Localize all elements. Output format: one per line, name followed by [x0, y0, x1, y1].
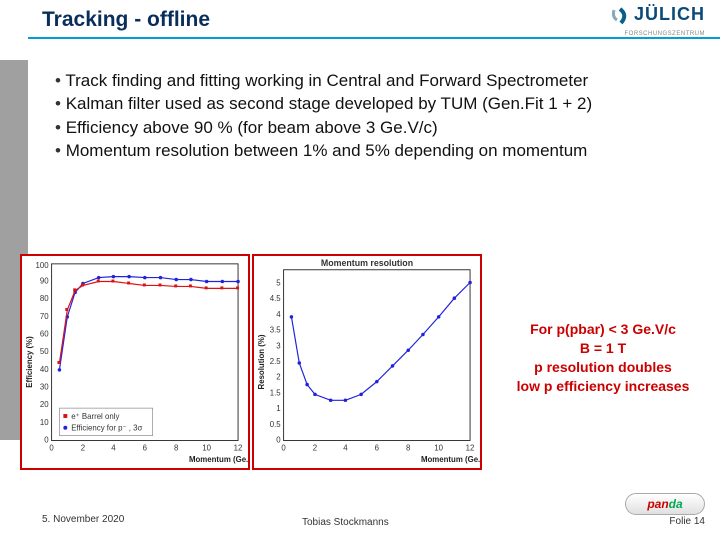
svg-text:10: 10 [202, 443, 211, 452]
svg-text:2: 2 [276, 373, 280, 382]
svg-text:30: 30 [40, 382, 49, 391]
svg-text:e⁺ Barrel only: e⁺ Barrel only [71, 412, 119, 421]
footer-date: 5. November 2020 [42, 514, 124, 525]
plot-frame [284, 270, 470, 441]
svg-text:12: 12 [234, 443, 243, 452]
svg-text:Efficiency for p⁻ , 3σ: Efficiency for p⁻ , 3σ [71, 424, 142, 433]
svg-text:Efficiency (%): Efficiency (%) [25, 336, 34, 388]
note-line: low p efficiency increases [498, 377, 708, 396]
x-axis-label: Momentum (Ge.V) [189, 455, 248, 464]
svg-text:0: 0 [281, 443, 286, 452]
x-ticks: 0 2 4 6 8 10 12 [281, 443, 474, 452]
svg-text:6: 6 [143, 443, 148, 452]
legend: e⁺ Barrel only Efficiency for p⁻ , 3σ [59, 408, 152, 435]
footer-folie: Folie 14 [669, 516, 705, 527]
series-blue [291, 283, 470, 401]
series-blue-markers [58, 275, 240, 372]
julich-mark-icon [610, 7, 630, 27]
svg-text:12: 12 [466, 443, 475, 452]
x-axis-label: Momentum (Ge.V) [421, 455, 480, 464]
panda-text-1: pan [647, 497, 668, 511]
note-line: p resolution doubles [498, 358, 708, 377]
svg-text:5: 5 [276, 278, 281, 287]
svg-text:1.5: 1.5 [270, 388, 282, 397]
svg-text:2: 2 [81, 443, 85, 452]
resolution-chart: Momentum resolution Resolution (%) 0 0.5… [252, 254, 482, 470]
svg-text:8: 8 [406, 443, 411, 452]
svg-text:90: 90 [40, 276, 49, 285]
svg-text:10: 10 [40, 418, 49, 427]
svg-text:50: 50 [40, 347, 49, 356]
svg-text:4: 4 [343, 443, 348, 452]
svg-text:8: 8 [174, 443, 179, 452]
panda-text-2: da [669, 497, 683, 511]
svg-text:60: 60 [40, 329, 49, 338]
svg-text:100: 100 [36, 261, 50, 270]
svg-text:2: 2 [313, 443, 317, 452]
svg-text:6: 6 [375, 443, 380, 452]
bullet-item: Momentum resolution between 1% and 5% de… [55, 140, 700, 161]
panda-logo: panda [625, 493, 705, 515]
series-red-markers [57, 280, 239, 364]
note-line: B = 1 T [498, 339, 708, 358]
svg-text:3: 3 [276, 341, 281, 350]
bullet-item: Track finding and fitting working in Cen… [55, 70, 700, 91]
right-notes: For p(pbar) < 3 Ge.V/c B = 1 T p resolut… [498, 320, 708, 396]
svg-text:40: 40 [40, 365, 49, 374]
svg-text:0.5: 0.5 [270, 420, 282, 429]
y-axis-label: Efficiency (%) [25, 336, 34, 388]
svg-text:1: 1 [276, 404, 280, 413]
julich-logo-text: JÜLICH [634, 4, 705, 24]
series-red [59, 282, 238, 363]
bullet-item: Kalman filter used as second stage devel… [55, 93, 700, 114]
bullet-item: Efficiency above 90 % (for beam above 3 … [55, 117, 700, 138]
svg-text:10: 10 [434, 443, 443, 452]
svg-text:4.5: 4.5 [270, 294, 282, 303]
svg-text:Resolution (%): Resolution (%) [257, 334, 266, 389]
julich-logo-sub: FORSCHUNGSZENTRUM [625, 31, 706, 37]
x-ticks: 0 2 4 6 8 10 12 [49, 443, 242, 452]
chart-title: Momentum resolution [321, 258, 413, 268]
y-ticks: 0 0.5 1 1.5 2 2.5 3 3.5 4 4.5 5 [270, 278, 282, 444]
footer-author: Tobias Stockmanns [302, 517, 389, 528]
svg-text:2.5: 2.5 [270, 357, 282, 366]
note-line: For p(pbar) < 3 Ge.V/c [498, 320, 708, 339]
series-blue [59, 277, 238, 370]
svg-text:4: 4 [276, 310, 281, 319]
svg-text:80: 80 [40, 294, 49, 303]
svg-text:70: 70 [40, 312, 49, 321]
bullet-list: Track finding and fitting working in Cen… [55, 70, 700, 163]
svg-text:20: 20 [40, 400, 49, 409]
y-ticks: 0 10 20 30 40 50 60 70 80 90 100 [36, 261, 50, 445]
series-blue-markers [290, 281, 472, 402]
y-axis-label: Resolution (%) [257, 334, 266, 389]
svg-text:3.5: 3.5 [270, 326, 282, 335]
efficiency-chart: Efficiency (%) 0 10 20 30 40 50 60 70 80… [20, 254, 250, 470]
svg-text:4: 4 [111, 443, 116, 452]
svg-text:0: 0 [49, 443, 54, 452]
julich-logo: JÜLICH FORSCHUNGSZENTRUM [610, 4, 705, 38]
